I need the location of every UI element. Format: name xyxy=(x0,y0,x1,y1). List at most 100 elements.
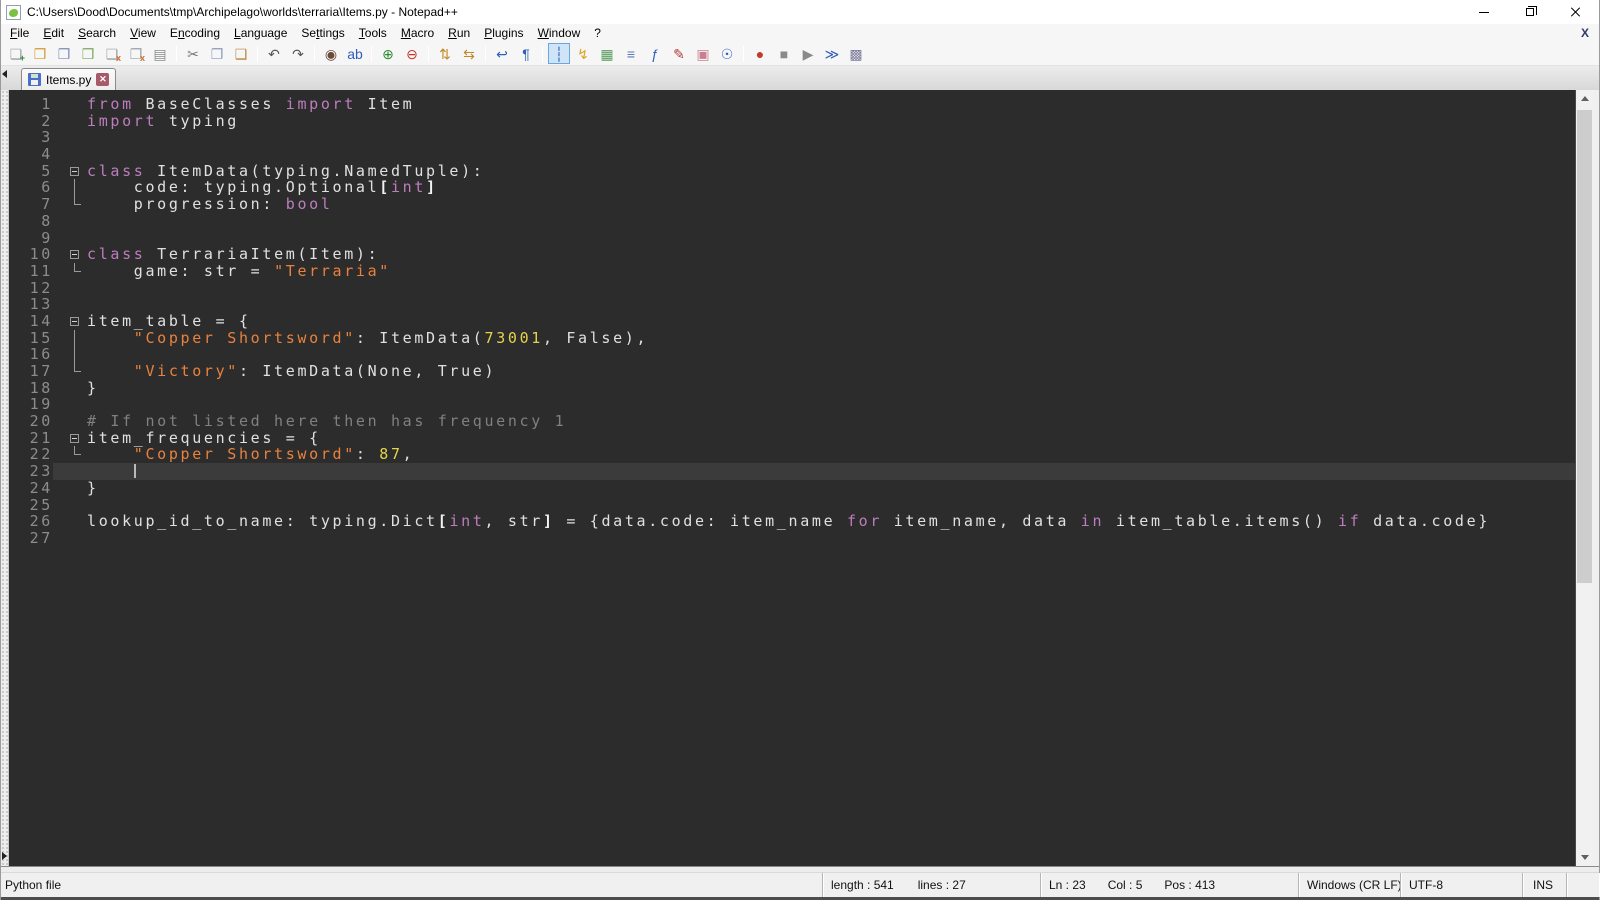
doc-switcher-icon[interactable]: ↯ xyxy=(572,43,594,64)
copy-icon[interactable]: ❐ xyxy=(206,43,228,64)
code-line-10[interactable]: 10class TerrariaItem(Item): xyxy=(9,246,1575,263)
print-icon[interactable]: ▤ xyxy=(149,43,171,64)
undo-icon[interactable]: ↶ xyxy=(263,43,285,64)
indent-guide-icon[interactable]: ┆ xyxy=(548,43,570,64)
code-line-24[interactable]: 24} xyxy=(9,480,1575,497)
doc-map-icon[interactable]: ▦ xyxy=(596,43,618,64)
code-line-8[interactable]: 8 xyxy=(9,213,1575,230)
replace-icon[interactable]: ab xyxy=(344,43,366,64)
code-line-22[interactable]: 22 "Copper Shortsword": 87, xyxy=(9,446,1575,463)
dock-grip-strip[interactable] xyxy=(1,90,9,866)
find-icon[interactable]: ◉ xyxy=(320,43,342,64)
macro-save-icon[interactable]: ▩ xyxy=(845,43,867,64)
code-editor[interactable]: 1from BaseClasses import Item2import typ… xyxy=(9,90,1575,866)
new-file-icon[interactable]: ❏+ xyxy=(5,43,27,64)
close-all-icon[interactable]: ❐x xyxy=(125,43,147,64)
code-line-9[interactable]: 9 xyxy=(9,230,1575,247)
minimize-button[interactable] xyxy=(1461,0,1507,24)
tab-close-icon[interactable] xyxy=(96,73,109,86)
code-line-7[interactable]: 7 progression: bool xyxy=(9,196,1575,213)
view-eye-icon[interactable]: ☉ xyxy=(716,43,738,64)
toolbar-separator xyxy=(257,46,258,62)
fold-margin[interactable] xyxy=(53,430,87,447)
menu-run[interactable]: Run xyxy=(441,24,477,42)
redo-icon[interactable]: ↷ xyxy=(287,43,309,64)
code-line-4[interactable]: 4 xyxy=(9,146,1575,163)
code-line-11[interactable]: 11 game: str = "Terraria" xyxy=(9,263,1575,280)
show-all-chars-icon[interactable]: ¶ xyxy=(515,43,537,64)
menu-plugins[interactable]: Plugins xyxy=(477,24,530,42)
zoom-out-icon[interactable]: ⊖ xyxy=(401,43,423,64)
macro-play-icon[interactable]: ▶ xyxy=(797,43,819,64)
code-line-13[interactable]: 13 xyxy=(9,296,1575,313)
menu-window[interactable]: Window xyxy=(531,24,588,42)
tab-items-py[interactable]: Items.py xyxy=(21,68,116,90)
fold-start-icon[interactable] xyxy=(70,434,79,443)
window-controls xyxy=(1461,0,1599,24)
status-eol-format[interactable]: Windows (CR LF) xyxy=(1299,873,1401,897)
fold-start-icon[interactable] xyxy=(70,167,79,176)
scroll-down-arrow-icon[interactable] xyxy=(1576,849,1593,866)
macro-record-icon[interactable]: ● xyxy=(749,43,771,64)
code-line-18[interactable]: 18} xyxy=(9,380,1575,397)
function-list-icon[interactable]: ƒ xyxy=(644,43,666,64)
scrollbar-thumb[interactable] xyxy=(1577,110,1592,583)
status-encoding[interactable]: UTF-8 xyxy=(1401,873,1523,897)
monitoring-icon[interactable]: ▣ xyxy=(692,43,714,64)
vertical-scrollbar[interactable] xyxy=(1575,90,1593,866)
fold-start-icon[interactable] xyxy=(70,317,79,326)
menu-file[interactable]: File xyxy=(3,24,36,42)
code-line-23[interactable]: 23 xyxy=(9,463,1575,480)
code-line-25[interactable]: 25 xyxy=(9,497,1575,514)
fold-start-icon[interactable] xyxy=(70,250,79,259)
code-line-15[interactable]: 15 "Copper Shortsword": ItemData(73001, … xyxy=(9,330,1575,347)
menu-encoding[interactable]: Encoding xyxy=(163,24,227,42)
save-all-icon[interactable]: ❒ xyxy=(77,43,99,64)
close-button[interactable] xyxy=(1553,0,1599,24)
scroll-up-arrow-icon[interactable] xyxy=(1576,90,1593,107)
code-line-16[interactable]: 16 xyxy=(9,346,1575,363)
fold-margin[interactable] xyxy=(53,246,87,263)
code-line-6[interactable]: 6 code: typing.Optional[int] xyxy=(9,179,1575,196)
sync-horizontal-icon[interactable]: ⇆ xyxy=(458,43,480,64)
menu-language[interactable]: Language xyxy=(227,24,294,42)
code-line-19[interactable]: 19 xyxy=(9,396,1575,413)
code-line-21[interactable]: 21item_frequencies = { xyxy=(9,430,1575,447)
zoom-in-icon[interactable]: ⊕ xyxy=(377,43,399,64)
tab-scroll-left-icon[interactable] xyxy=(2,70,7,78)
dock-arrow-bottom-icon[interactable] xyxy=(2,852,7,860)
code-line-2[interactable]: 2import typing xyxy=(9,113,1575,130)
menu-macro[interactable]: Macro xyxy=(394,24,441,42)
code-line-12[interactable]: 12 xyxy=(9,280,1575,297)
menu-[interactable]: ? xyxy=(587,24,608,42)
menubar-close-doc-icon[interactable] xyxy=(1581,24,1589,42)
menu-tools[interactable]: Tools xyxy=(352,24,394,42)
doc-list-icon[interactable]: ≡ xyxy=(620,43,642,64)
open-file-icon[interactable]: ❒ xyxy=(29,43,51,64)
menu-view[interactable]: View xyxy=(123,24,163,42)
code-line-27[interactable]: 27 xyxy=(9,530,1575,547)
macro-run-multiple-icon[interactable]: ≫ xyxy=(821,43,843,64)
save-icon[interactable]: ❒ xyxy=(53,43,75,64)
word-wrap-icon[interactable]: ↩ xyxy=(491,43,513,64)
status-insert-mode[interactable]: INS xyxy=(1523,873,1567,897)
code-line-26[interactable]: 26lookup_id_to_name: typing.Dict[int, st… xyxy=(9,513,1575,530)
paste-icon[interactable]: ❑ xyxy=(230,43,252,64)
restore-button[interactable] xyxy=(1507,0,1553,24)
menu-search[interactable]: Search xyxy=(71,24,123,42)
close-file-icon[interactable]: ❏x xyxy=(101,43,123,64)
code-line-5[interactable]: 5class ItemData(typing.NamedTuple): xyxy=(9,163,1575,180)
code-line-14[interactable]: 14item_table = { xyxy=(9,313,1575,330)
sync-vertical-icon[interactable]: ⇅ xyxy=(434,43,456,64)
cut-icon[interactable]: ✂ xyxy=(182,43,204,64)
code-line-1[interactable]: 1from BaseClasses import Item xyxy=(9,96,1575,113)
macro-stop-icon[interactable]: ■ xyxy=(773,43,795,64)
code-line-17[interactable]: 17 "Victory": ItemData(None, True) xyxy=(9,363,1575,380)
folder-workspace-icon[interactable]: ✎ xyxy=(668,43,690,64)
fold-margin[interactable] xyxy=(53,313,87,330)
code-line-20[interactable]: 20# If not listed here then has frequenc… xyxy=(9,413,1575,430)
fold-margin[interactable] xyxy=(53,163,87,180)
menu-edit[interactable]: Edit xyxy=(36,24,71,42)
menu-settings[interactable]: Settings xyxy=(294,24,351,42)
code-line-3[interactable]: 3 xyxy=(9,129,1575,146)
